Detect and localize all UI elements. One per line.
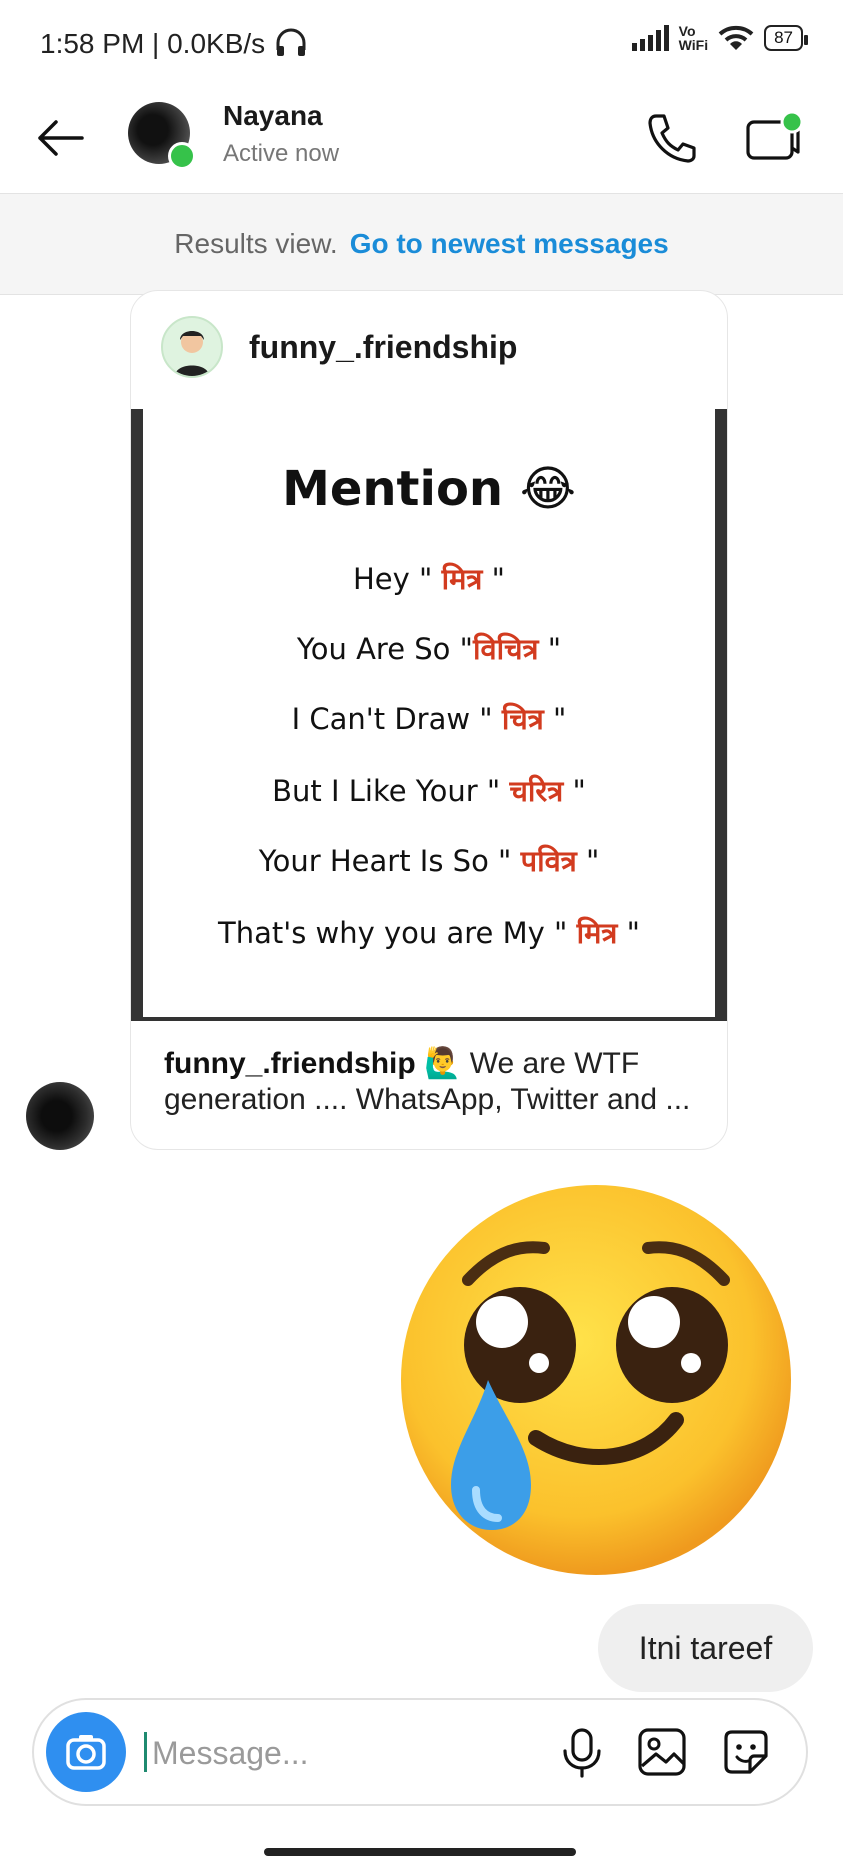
contact-name[interactable]: Nayana	[223, 100, 323, 132]
image-line: But I Like Your " चरित्र "	[272, 774, 586, 808]
image-title: Mention 😂	[143, 461, 715, 517]
results-banner: Results view. Go to newest messages	[0, 193, 843, 295]
post-header: funny_.friendship	[131, 291, 727, 409]
online-indicator	[168, 142, 196, 170]
microphone-icon[interactable]	[554, 1724, 610, 1780]
image-line: I Can't Draw " चित्र "	[291, 702, 567, 736]
post-caption: funny_.friendship 🙋‍♂️ We are WTF genera…	[164, 1046, 704, 1118]
home-indicator[interactable]	[264, 1848, 576, 1856]
post-avatar[interactable]	[161, 316, 223, 378]
wifi-icon	[718, 25, 754, 50]
cartoon-avatar-icon	[175, 331, 209, 376]
status-bar: 1:58 PM | 0.0KB/s Vo WiFi 87	[0, 0, 843, 90]
vowifi-label: Vo WiFi	[679, 24, 708, 52]
signal-icon	[631, 25, 669, 51]
person-raising-hand-emoji-icon: 🙋‍♂️	[424, 1047, 462, 1080]
image-line: You Are So "विचित्र "	[296, 632, 562, 666]
image-line: Hey " मित्र "	[352, 562, 506, 596]
go-to-newest-link[interactable]: Go to newest messages	[350, 228, 669, 260]
sender-avatar[interactable]	[26, 1082, 94, 1150]
caption-username: funny_.friendship	[164, 1047, 416, 1080]
message-composer	[32, 1698, 808, 1806]
sticker-icon[interactable]	[718, 1724, 774, 1780]
message-input[interactable]	[150, 1724, 534, 1782]
sent-message-bubble[interactable]: Itni tareef	[598, 1604, 813, 1692]
phone-icon[interactable]	[642, 108, 702, 168]
shared-post-card[interactable]: funny_.friendship Mention 😂 Hey " मित्र …	[130, 290, 728, 1150]
headphones-icon	[276, 28, 306, 56]
post-image[interactable]: Mention 😂 Hey " मित्र " You Are So "विचि…	[131, 409, 727, 1021]
camera-icon	[66, 1735, 106, 1770]
results-label: Results view.	[174, 228, 338, 259]
battery-indicator: 87	[764, 25, 808, 51]
contact-status: Active now	[223, 140, 340, 167]
image-line: That's why you are My " मित्र "	[217, 916, 641, 950]
camera-button[interactable]	[46, 1712, 126, 1792]
image-title-text: Mention	[282, 461, 504, 517]
status-time: 1:58 PM | 0.0KB/s	[40, 28, 266, 59]
post-username[interactable]: funny_.friendship	[249, 329, 517, 366]
laughing-emoji-icon: 😂	[519, 461, 576, 517]
arrow-left-icon[interactable]	[30, 108, 90, 168]
video-camera-icon[interactable]	[742, 106, 808, 170]
text-caret	[144, 1732, 147, 1772]
vowifi-top: Vo	[678, 23, 696, 39]
pleading-crying-face-emoji[interactable]	[396, 1180, 796, 1580]
vowifi-bottom: WiFi	[678, 37, 709, 53]
image-line: Your Heart Is So " पवित्र "	[258, 844, 600, 878]
image-icon[interactable]	[634, 1724, 690, 1780]
chat-header: Nayana Active now	[0, 90, 843, 192]
